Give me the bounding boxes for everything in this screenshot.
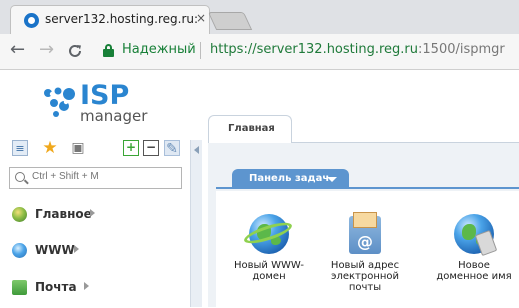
task-label-line: электронной	[330, 271, 400, 282]
ispmanager-logo[interactable]: ISP manager	[42, 80, 152, 128]
browser-tab[interactable]: server132.hosting.reg.ru: ×	[10, 5, 210, 34]
tab-home-label: Главная	[228, 123, 275, 134]
address-bar[interactable]: https://server132.hosting.reg.ru:1500/is…	[210, 42, 505, 57]
close-tab-icon[interactable]: ×	[196, 11, 206, 25]
url-main: https://server132.hosting.reg.ru	[210, 42, 419, 57]
new-tab-button[interactable]	[207, 12, 253, 30]
sidebar-item-main[interactable]: Главное	[12, 205, 112, 225]
sidebar-toolbar: ≡ ★ ▣ + − ✎	[12, 140, 187, 160]
favorites-star-icon[interactable]: ★	[42, 140, 58, 157]
task-panel-label: Панель задач	[249, 173, 330, 184]
task-label-line: Новое	[458, 260, 490, 271]
task-label-line: домен	[252, 271, 286, 282]
sidebar-item-mail[interactable]: Почта	[12, 278, 102, 298]
tab-title: server132.hosting.reg.ru:	[45, 12, 199, 26]
lock-icon[interactable]	[103, 44, 114, 57]
mail-icon	[12, 280, 27, 295]
reload-button[interactable]	[67, 40, 83, 64]
pin-icon[interactable]: ✎	[164, 140, 180, 157]
forward-button[interactable]: →	[39, 40, 54, 60]
url-separator	[200, 42, 201, 59]
menu-search[interactable]	[9, 167, 182, 189]
sidebar-item-www[interactable]: WWW	[12, 241, 92, 261]
tree-view-icon[interactable]: ≡	[12, 140, 28, 156]
sidebar-item-label: Главное	[35, 207, 92, 221]
expand-all-icon[interactable]: +	[123, 140, 139, 156]
search-icon	[15, 172, 25, 182]
sidebar-collapse-handle[interactable]	[190, 140, 202, 307]
briefcase-icon[interactable]: ▣	[70, 140, 86, 156]
chevron-right-icon	[84, 282, 89, 290]
task-panel-tab[interactable]: Панель задач	[232, 169, 349, 189]
logo-dots-icon	[44, 87, 75, 117]
collapse-all-icon[interactable]: −	[143, 140, 159, 156]
logo-sub: manager	[80, 107, 148, 125]
favicon-icon	[24, 13, 39, 28]
task-label-line: почты	[348, 282, 382, 293]
tab-home[interactable]: Главная	[208, 115, 292, 143]
chevron-right-icon	[74, 245, 79, 253]
task-label-line: Новый WWW-	[234, 260, 304, 271]
task-new-email-address[interactable]: Новый адрес электронной почты	[320, 212, 410, 293]
sidebar-item-label: WWW	[35, 243, 75, 257]
reload-icon	[69, 44, 81, 57]
collapse-arrow-icon	[194, 146, 199, 154]
chevron-down-icon	[327, 177, 337, 182]
sidebar-item-label: Почта	[35, 280, 77, 294]
secure-label[interactable]: Надежный	[122, 42, 196, 57]
task-label-line: доменное имя	[436, 271, 512, 282]
domain-icon	[452, 212, 498, 257]
chevron-right-icon	[90, 209, 95, 217]
task-label-line: Новый адрес	[330, 260, 400, 271]
task-new-www-domain[interactable]: Новый WWW- домен	[224, 212, 314, 282]
search-input[interactable]	[32, 171, 180, 182]
globe-icon	[12, 207, 27, 222]
task-new-domain-name[interactable]: Новое доменное имя	[429, 212, 519, 282]
browser-tabstrip: server132.hosting.reg.ru: ×	[0, 0, 519, 34]
mailbox-icon	[343, 212, 387, 256]
url-path: :1500/ispmgr	[418, 42, 505, 57]
back-button[interactable]: ←	[10, 40, 25, 60]
globe-icon	[12, 243, 27, 258]
globe-icon	[242, 212, 294, 256]
